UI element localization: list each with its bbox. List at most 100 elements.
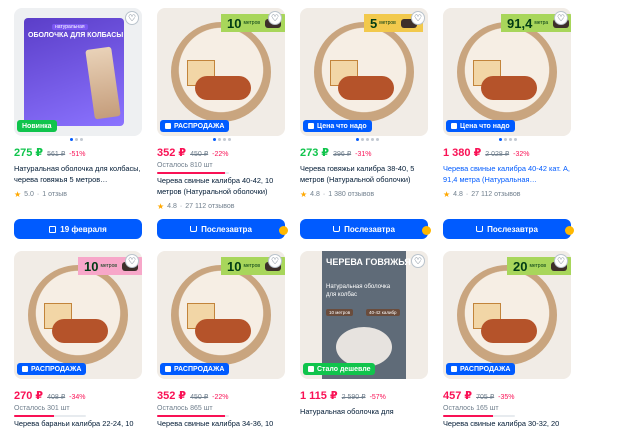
reviews-count[interactable]: 27 112 отзывов [185,203,234,210]
reviews-count[interactable]: 1 380 отзывов [328,191,374,198]
carousel-dot[interactable] [499,138,502,141]
carousel-dot[interactable] [509,138,512,141]
reviews-count[interactable]: 1 отзыв [42,191,67,198]
stock-progress-bar [157,172,229,174]
favorite-heart-icon[interactable]: ♡ [125,254,139,268]
chat-bubble-icon[interactable] [565,226,574,235]
image-carousel-dots[interactable] [213,138,231,141]
favorite-heart-icon[interactable]: ♡ [268,11,282,25]
product-title[interactable]: Черева свиные калибра 30-32, 20 [443,418,571,428]
carousel-dot[interactable] [361,138,364,141]
casing-strip [85,46,121,120]
length-number: 10 [84,258,99,274]
product-card[interactable]: 91,4 метра Цена что надо ♡ 1 380 ₽2 028 ₽ -32… [443,8,571,248]
product-title[interactable]: Черева свиные калибра 40-42, 10 метров (… [157,175,285,197]
reviews-count[interactable]: 27 112 отзывов [471,191,520,198]
product-title[interactable]: Черева говяжьи калибра 38-40, 5 метров (… [300,163,428,185]
carousel-dot[interactable] [213,138,216,141]
favorite-heart-icon[interactable]: ♡ [268,254,282,268]
product-image[interactable]: 10 метров РАСПРОДАЖА ♡ [157,251,285,379]
old-price: 561 ₽ [47,151,66,158]
price-row: 1 380 ₽2 028 ₽ -32% [443,146,530,159]
carousel-dot[interactable] [228,138,231,141]
old-price: 450 ₽ [190,151,209,158]
length-number: 5 [370,15,378,31]
chat-bubble-icon[interactable] [279,226,288,235]
product-image[interactable]: ЧЕРЕВА ГОВЯЖЬЯ Натуральная оболочка для к… [300,251,428,379]
add-to-cart-button[interactable]: Послезавтра [300,219,428,239]
product-card[interactable]: 5 метров Цена что надо ♡ 273 ₽396 ₽ -31% Черев… [300,8,428,248]
add-to-cart-button[interactable]: Послезавтра [443,219,571,239]
current-price: 1 115 ₽ [300,390,338,402]
add-to-cart-button[interactable]: Послезавтра [157,219,285,239]
rating-separator: · [36,191,40,198]
product-card[interactable]: 20 метров РАСПРОДАЖА ♡ 457 ₽705 ₽ -35% Осталос… [443,251,571,428]
badge-icon [308,123,314,129]
carousel-dot[interactable] [218,138,221,141]
sausage-shape [195,319,251,343]
carousel-dot[interactable] [366,138,369,141]
sausage-shape [195,76,251,100]
rating-value: 5.0 [24,191,34,198]
carousel-dot[interactable] [70,138,73,141]
rating: ★ 4.8 · 1 380 отзывов [300,190,374,199]
poster-title: ЧЕРЕВА ГОВЯЖЬЯ [326,257,411,267]
favorite-heart-icon[interactable]: ♡ [554,254,568,268]
promo-badge: РАСПРОДАЖА [446,363,516,375]
price-row: 352 ₽450 ₽ -22% [157,146,229,159]
favorite-heart-icon[interactable]: ♡ [411,254,425,268]
product-title[interactable]: Натуральная оболочка для [300,406,428,417]
product-card[interactable]: натуральная ОБОЛОЧКА ДЛЯ КОЛБАСЫ Новинка ♡ 2… [14,8,142,248]
price-row: 270 ₽408 ₽ -34% [14,389,86,402]
carousel-dot[interactable] [376,138,379,141]
badge-label: Стало дешевле [317,365,371,373]
stock-progress-fill [157,172,226,174]
carousel-dot[interactable] [80,138,83,141]
delivery-label: Послезавтра [344,224,395,234]
carousel-dot[interactable] [371,138,374,141]
image-carousel-dots[interactable] [356,138,379,141]
favorite-heart-icon[interactable]: ♡ [411,11,425,25]
product-card[interactable]: 10 метров РАСПРОДАЖА ♡ 352 ₽450 ₽ -22% Осталос… [157,251,285,428]
product-image[interactable]: натуральная ОБОЛОЧКА ДЛЯ КОЛБАСЫ Новинка ♡ [14,8,142,136]
cart-icon [333,226,341,232]
add-to-cart-button[interactable]: 19 февраля [14,219,142,239]
promo-badge: Новинка [17,120,57,132]
badge-icon [308,366,314,372]
chat-bubble-icon[interactable] [422,226,431,235]
favorite-heart-icon[interactable]: ♡ [554,11,568,25]
product-image[interactable]: 10 метров РАСПРОДАЖА ♡ [14,251,142,379]
old-price: 408 ₽ [47,394,66,401]
product-title[interactable]: Черева свиные калибра 40-42 кат. А, 91,4… [443,163,571,185]
length-unit: метров [379,20,396,26]
product-title[interactable]: Черева свиные калибра 34-36, 10 [157,418,285,428]
image-carousel-dots[interactable] [70,138,83,141]
carousel-dot[interactable] [356,138,359,141]
product-title[interactable]: Черева бараньи калибра 22-24, 10 [14,418,142,428]
product-image[interactable]: 10 метров РАСПРОДАЖА ♡ [157,8,285,136]
carousel-dot[interactable] [504,138,507,141]
product-image[interactable]: 5 метров Цена что надо ♡ [300,8,428,136]
badge-label: Цена что надо [460,122,510,130]
product-card[interactable]: ЧЕРЕВА ГОВЯЖЬЯ Натуральная оболочка для к… [300,251,428,428]
product-image[interactable]: 20 метров РАСПРОДАЖА ♡ [443,251,571,379]
carousel-dot[interactable] [514,138,517,141]
stock-remaining: Осталось 301 шт [14,405,70,412]
image-carousel-dots[interactable] [499,138,517,141]
badge-label: РАСПРОДАЖА [460,365,511,373]
length-number: 10 [227,258,242,274]
carousel-dot[interactable] [75,138,78,141]
current-price: 270 ₽ [14,390,44,402]
favorite-heart-icon[interactable]: ♡ [125,11,139,25]
product-tub-art [28,265,128,365]
product-image[interactable]: 91,4 метра Цена что надо ♡ [443,8,571,136]
badge-label: РАСПРОДАЖА [174,365,225,373]
promo-badge: РАСПРОДАЖА [160,120,230,132]
carousel-dot[interactable] [223,138,226,141]
product-title[interactable]: Натуральная оболочка для колбасы, черева… [14,163,142,185]
product-card[interactable]: 10 метров РАСПРОДАЖА ♡ 270 ₽408 ₽ -34% Осталос… [14,251,142,428]
discount-percent: -35% [498,394,515,401]
star-icon: ★ [300,190,308,199]
product-card[interactable]: 10 метров РАСПРОДАЖА ♡ 352 ₽450 ₽ -22% Осталос… [157,8,285,248]
rating-separator: · [322,191,326,198]
